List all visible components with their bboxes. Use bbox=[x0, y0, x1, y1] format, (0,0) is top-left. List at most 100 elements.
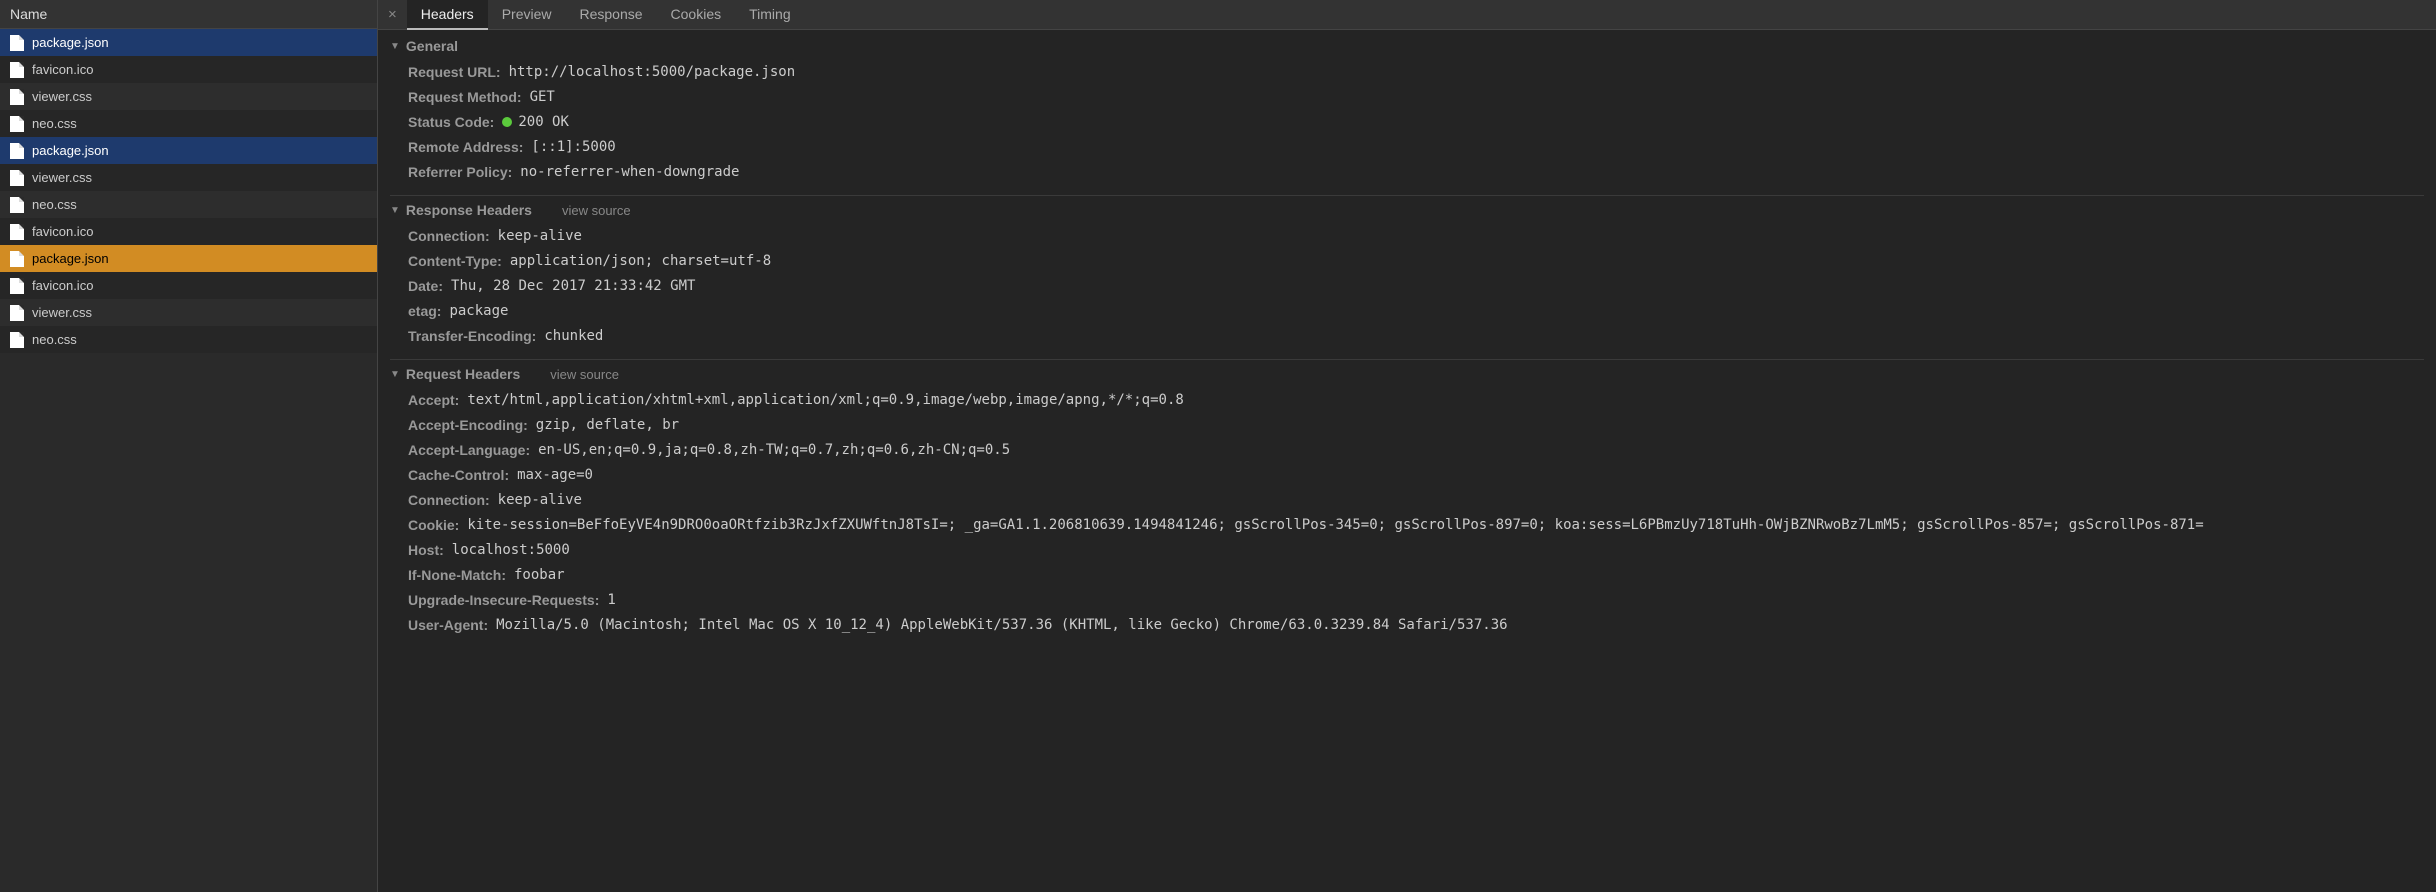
file-row[interactable]: viewer.css bbox=[0, 164, 377, 191]
tab-headers[interactable]: Headers bbox=[407, 0, 488, 30]
header-row: Remote Address: [::1]:5000 bbox=[390, 135, 2424, 160]
header-row: Connection: keep-alive bbox=[390, 224, 2424, 249]
file-row[interactable]: neo.css bbox=[0, 326, 377, 353]
header-row: Request URL: http://localhost:5000/packag… bbox=[390, 60, 2424, 85]
header-row: Accept:text/html,application/xhtml+xml,a… bbox=[390, 388, 2424, 413]
file-name: package.json bbox=[32, 251, 109, 266]
network-sidebar: Name package.json favicon.ico viewer.css ne… bbox=[0, 0, 378, 892]
header-value: package bbox=[449, 301, 508, 322]
file-list: package.json favicon.ico viewer.css neo.css… bbox=[0, 29, 377, 892]
section-title-general[interactable]: General bbox=[390, 38, 2424, 54]
header-key: Accept-Language: bbox=[408, 440, 530, 461]
header-value: localhost:5000 bbox=[452, 540, 570, 561]
header-value: chunked bbox=[544, 326, 603, 347]
sidebar-header[interactable]: Name bbox=[0, 0, 377, 29]
header-row: If-None-Match:foobar bbox=[390, 563, 2424, 588]
header-value: Mozilla/5.0 (Macintosh; Intel Mac OS X 1… bbox=[496, 615, 1507, 636]
file-name: favicon.ico bbox=[32, 224, 93, 239]
file-icon bbox=[10, 251, 24, 267]
section-title-label: General bbox=[406, 38, 458, 54]
header-key: Transfer-Encoding: bbox=[408, 326, 536, 347]
file-icon bbox=[10, 197, 24, 213]
header-row: Referrer Policy:no-referrer-when-downgra… bbox=[390, 160, 2424, 185]
header-value: 200 OK bbox=[502, 112, 569, 133]
tab-preview[interactable]: Preview bbox=[488, 0, 566, 30]
header-value: text/html,application/xhtml+xml,applicat… bbox=[467, 390, 1183, 411]
section-general: General Request URL: http://localhost:500… bbox=[390, 38, 2424, 185]
section-title-response[interactable]: Response Headers view source bbox=[390, 202, 2424, 218]
section-request-headers: Request Headers view source Accept:text/… bbox=[390, 359, 2424, 638]
file-name: neo.css bbox=[32, 197, 77, 212]
header-value: keep-alive bbox=[498, 226, 582, 247]
file-icon bbox=[10, 143, 24, 159]
header-row: Host: localhost:5000 bbox=[390, 538, 2424, 563]
file-name: package.json bbox=[32, 35, 109, 50]
file-name: neo.css bbox=[32, 332, 77, 347]
header-value: kite-session=BeFfoEyVE4n9DRO0oaORtfzib3R… bbox=[467, 515, 2203, 536]
header-value: keep-alive bbox=[498, 490, 582, 511]
file-icon bbox=[10, 35, 24, 51]
file-row[interactable]: favicon.ico bbox=[0, 218, 377, 245]
header-key: Request Method: bbox=[408, 87, 522, 108]
file-row[interactable]: neo.css bbox=[0, 191, 377, 218]
header-row: Status Code: 200 OK bbox=[390, 110, 2424, 135]
header-value: http://localhost:5000/package.json bbox=[509, 62, 796, 83]
header-value: application/json; charset=utf-8 bbox=[510, 251, 771, 272]
header-key: Host: bbox=[408, 540, 444, 561]
header-key: Remote Address: bbox=[408, 137, 523, 158]
header-value: 1 bbox=[607, 590, 615, 611]
header-row: Date: Thu, 28 Dec 2017 21:33:42 GMT bbox=[390, 274, 2424, 299]
header-key: Request URL: bbox=[408, 62, 501, 83]
header-key: User-Agent: bbox=[408, 615, 488, 636]
section-response-headers: Response Headers view source Connection:… bbox=[390, 195, 2424, 349]
header-row: Cookie: kite-session=BeFfoEyVE4n9DRO0oaOR… bbox=[390, 513, 2424, 538]
header-value: en-US,en;q=0.9,ja;q=0.8,zh-TW;q=0.7,zh;q… bbox=[538, 440, 1010, 461]
header-value: Thu, 28 Dec 2017 21:33:42 GMT bbox=[451, 276, 695, 297]
file-icon bbox=[10, 224, 24, 240]
header-key: Accept-Encoding: bbox=[408, 415, 528, 436]
close-icon[interactable]: × bbox=[378, 6, 407, 23]
file-row[interactable]: favicon.ico bbox=[0, 272, 377, 299]
header-key: Date: bbox=[408, 276, 443, 297]
section-title-request[interactable]: Request Headers view source bbox=[390, 366, 2424, 382]
header-row: Accept-Language: en-US,en;q=0.9,ja;q=0.8,… bbox=[390, 438, 2424, 463]
header-key: Upgrade-Insecure-Requests: bbox=[408, 590, 599, 611]
header-row: Transfer-Encoding: chunked bbox=[390, 324, 2424, 349]
file-icon bbox=[10, 89, 24, 105]
file-row[interactable]: package.json bbox=[0, 137, 377, 164]
file-row[interactable]: package.json bbox=[0, 29, 377, 56]
header-key: Content-Type: bbox=[408, 251, 502, 272]
header-row: Request Method: GET bbox=[390, 85, 2424, 110]
file-name: viewer.css bbox=[32, 305, 92, 320]
file-row[interactable]: viewer.css bbox=[0, 83, 377, 110]
file-row[interactable]: viewer.css bbox=[0, 299, 377, 326]
header-row: Upgrade-Insecure-Requests: 1 bbox=[390, 588, 2424, 613]
header-row: Cache-Control:max-age=0 bbox=[390, 463, 2424, 488]
tab-cookies[interactable]: Cookies bbox=[657, 0, 736, 30]
header-row: Connection:keep-alive bbox=[390, 488, 2424, 513]
view-source-link[interactable]: view source bbox=[550, 367, 619, 382]
file-row[interactable]: favicon.ico bbox=[0, 56, 377, 83]
file-row[interactable]: neo.css bbox=[0, 110, 377, 137]
header-key: Cookie: bbox=[408, 515, 459, 536]
section-title-label: Response Headers bbox=[406, 202, 532, 218]
file-name: viewer.css bbox=[32, 89, 92, 104]
header-value: gzip, deflate, br bbox=[536, 415, 679, 436]
file-row[interactable]: package.json bbox=[0, 245, 377, 272]
tabs-bar: × HeadersPreviewResponseCookiesTiming bbox=[378, 0, 2436, 30]
tab-response[interactable]: Response bbox=[565, 0, 656, 30]
header-value: GET bbox=[530, 87, 555, 108]
header-row: Accept-Encoding: gzip, deflate, br bbox=[390, 413, 2424, 438]
file-name: favicon.ico bbox=[32, 62, 93, 77]
file-icon bbox=[10, 170, 24, 186]
header-value: [::1]:5000 bbox=[531, 137, 615, 158]
header-key: etag: bbox=[408, 301, 441, 322]
header-key: Cache-Control: bbox=[408, 465, 509, 486]
details-pane: × HeadersPreviewResponseCookiesTiming Ge… bbox=[378, 0, 2436, 892]
header-key: Connection: bbox=[408, 226, 490, 247]
header-key: Status Code: bbox=[408, 112, 494, 133]
file-icon bbox=[10, 278, 24, 294]
tab-timing[interactable]: Timing bbox=[735, 0, 805, 30]
view-source-link[interactable]: view source bbox=[562, 203, 631, 218]
header-value: foobar bbox=[514, 565, 565, 586]
